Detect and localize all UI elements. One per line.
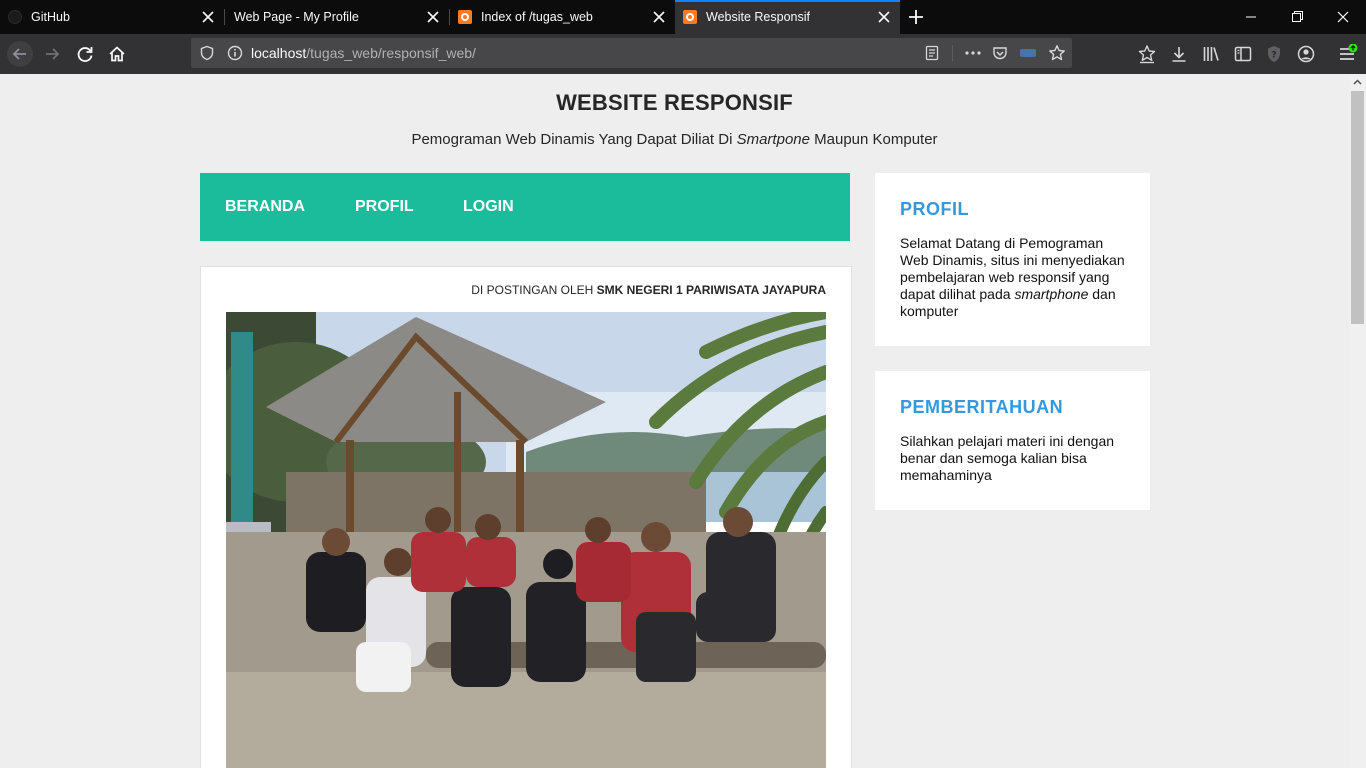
library-icon[interactable] xyxy=(1201,44,1221,64)
sidebar-widget-profil: PROFIL Selamat Datang di Pemograman Web … xyxy=(875,173,1150,346)
post-author: SMK NEGERI 1 PARIWISATA JAYAPURA xyxy=(596,283,826,297)
close-icon[interactable] xyxy=(876,9,892,25)
pocket-icon[interactable] xyxy=(992,45,1008,66)
minimize-button[interactable] xyxy=(1228,0,1274,34)
tab-index-tugas-web[interactable]: Index of /tugas_web xyxy=(450,0,675,34)
tab-my-profile[interactable]: Web Page - My Profile xyxy=(225,0,449,34)
widget-title: PROFIL xyxy=(900,199,969,219)
site-description: Pemograman Web Dinamis Yang Dapat Diliat… xyxy=(0,131,1349,148)
widget-title: PEMBERITAHUAN xyxy=(900,397,1064,417)
close-icon[interactable] xyxy=(425,9,441,25)
privacy-badger-icon[interactable]: ? xyxy=(1264,44,1284,64)
account-icon[interactable] xyxy=(1296,44,1316,64)
menu-item-beranda[interactable]: BERANDA xyxy=(225,198,305,216)
reader-view-icon[interactable] xyxy=(924,45,940,66)
post-photo-illustration xyxy=(226,312,826,768)
new-tab-button[interactable] xyxy=(904,5,928,29)
xampp-icon xyxy=(458,10,472,24)
xampp-icon xyxy=(683,10,697,24)
main-menu: BERANDA PROFIL LOGIN xyxy=(200,173,850,241)
url-text[interactable]: localhost/tugas_web/responsif_web/ xyxy=(251,45,476,61)
github-icon xyxy=(8,10,22,24)
navigation-toolbar: localhost/tugas_web/responsif_web/ ? xyxy=(0,34,1366,74)
post-meta-prefix: DI POSTINGAN OLEH xyxy=(471,283,597,297)
reload-button[interactable] xyxy=(71,40,99,68)
forward-button[interactable] xyxy=(39,40,67,68)
shield-icon[interactable] xyxy=(199,45,215,66)
tab-title: Web Page - My Profile xyxy=(234,10,359,24)
tab-title: Index of /tugas_web xyxy=(481,10,593,24)
bookmark-star-icon[interactable] xyxy=(1048,44,1066,67)
tab-bar: GitHub Web Page - My Profile Index of /t… xyxy=(0,0,1366,34)
restore-button[interactable] xyxy=(1274,0,1320,34)
scrollbar-thumb[interactable] xyxy=(1351,91,1364,324)
post-photo xyxy=(226,312,826,768)
menu-item-profil[interactable]: PROFIL xyxy=(355,198,414,216)
page-scrollbar[interactable] xyxy=(1349,74,1366,768)
url-host: localhost xyxy=(251,45,307,61)
tab-github[interactable]: GitHub xyxy=(0,0,224,34)
site-description-text-end: Maupun Komputer xyxy=(809,131,938,148)
site-description-italic: Smartpone xyxy=(736,131,810,148)
tab-title: GitHub xyxy=(31,10,70,24)
scroll-up-arrow-icon[interactable] xyxy=(1349,74,1366,91)
sidebar-icon[interactable] xyxy=(1233,44,1253,64)
page-actions-icon[interactable] xyxy=(964,45,982,66)
widget-text: Silahkan pelajari materi ini dengan bena… xyxy=(900,433,1130,484)
svg-text:?: ? xyxy=(1271,51,1276,61)
site-description-text: Pemograman Web Dinamis Yang Dapat Diliat… xyxy=(411,131,737,148)
menu-item-login[interactable]: LOGIN xyxy=(463,198,514,216)
back-button[interactable] xyxy=(6,40,34,68)
tab-website-responsif[interactable]: Website Responsif xyxy=(675,0,900,34)
close-icon[interactable] xyxy=(651,9,667,25)
menu-icon[interactable] xyxy=(1337,43,1358,64)
close-window-button[interactable] xyxy=(1320,0,1366,34)
post-card: DI POSTINGAN OLEH SMK NEGERI 1 PARIWISAT… xyxy=(200,266,852,768)
info-icon[interactable] xyxy=(227,45,243,66)
url-divider xyxy=(952,45,953,61)
url-path: /tugas_web/responsif_web/ xyxy=(306,45,476,61)
widget-text: Selamat Datang di Pemograman Web Dinamis… xyxy=(900,235,1130,320)
widget-text-italic: smartphone xyxy=(1014,286,1089,302)
download-icon[interactable] xyxy=(1169,44,1189,64)
bookmarks-star-icon[interactable] xyxy=(1137,44,1157,64)
url-bar[interactable]: localhost/tugas_web/responsif_web/ xyxy=(191,38,1072,68)
widget-text-body: Silahkan pelajari materi ini dengan bena… xyxy=(900,433,1115,483)
post-meta: DI POSTINGAN OLEH SMK NEGERI 1 PARIWISAT… xyxy=(471,283,826,297)
page-viewport: WEBSITE RESPONSIF Pemograman Web Dinamis… xyxy=(0,74,1349,768)
close-icon[interactable] xyxy=(200,9,216,25)
site-title: WEBSITE RESPONSIF xyxy=(556,90,793,115)
extension-icon[interactable] xyxy=(1020,49,1036,57)
tab-title: Website Responsif xyxy=(706,10,810,24)
home-button[interactable] xyxy=(103,40,131,68)
sidebar-widget-pemberitahuan: PEMBERITAHUAN Silahkan pelajari materi i… xyxy=(875,371,1150,510)
